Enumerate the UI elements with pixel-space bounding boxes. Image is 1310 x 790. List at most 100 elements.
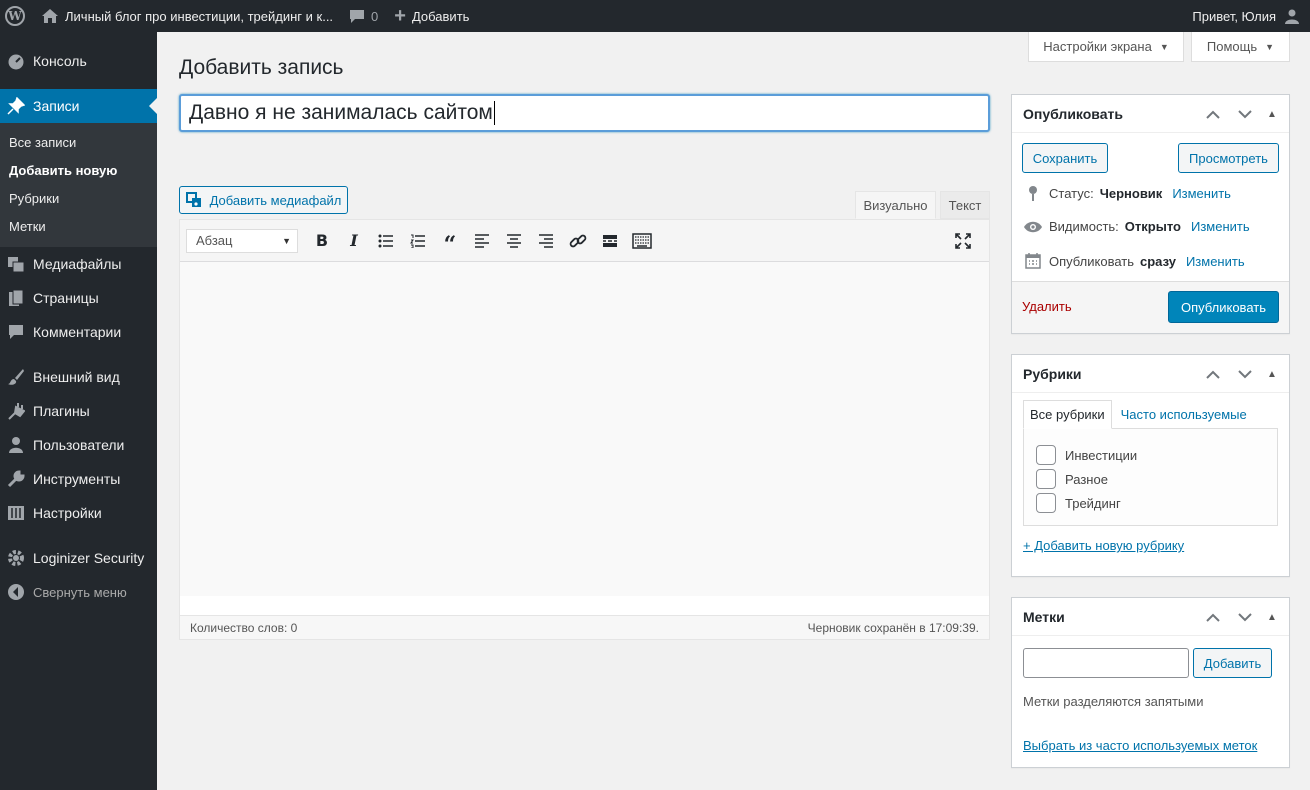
settings-sliders-icon bbox=[6, 503, 26, 523]
sidebar-item-loginizer[interactable]: Loginizer Security bbox=[0, 541, 157, 575]
sidebar-item-label: Записи bbox=[33, 98, 80, 114]
category-checkbox[interactable] bbox=[1036, 469, 1056, 489]
link-icon bbox=[569, 234, 587, 247]
collapse-toggle-icon[interactable]: ▲ bbox=[1261, 369, 1283, 380]
save-draft-label: Сохранить bbox=[1032, 150, 1098, 166]
bold-button[interactable]: B bbox=[306, 227, 338, 255]
italic-button[interactable]: I bbox=[338, 227, 370, 255]
new-tag-input[interactable] bbox=[1023, 648, 1189, 678]
category-checkbox[interactable] bbox=[1036, 493, 1056, 513]
toolbar-toggle-button[interactable] bbox=[626, 227, 658, 255]
help-label: Помощь bbox=[1206, 39, 1258, 54]
submenu-categories[interactable]: Рубрики bbox=[0, 185, 157, 213]
tab-all-categories[interactable]: Все рубрики bbox=[1023, 400, 1112, 429]
tab-popular-categories[interactable]: Часто используемые bbox=[1112, 400, 1253, 429]
visibility-row: Видимость: Открыто Изменить bbox=[1023, 219, 1250, 234]
sidebar-item-tools[interactable]: Инструменты bbox=[0, 462, 157, 496]
my-account-menu[interactable]: Привет, Юлия bbox=[1184, 0, 1310, 32]
collapse-toggle-icon[interactable]: ▲ bbox=[1261, 612, 1283, 623]
content-area[interactable] bbox=[180, 262, 989, 596]
wp-logo-menu[interactable]: W bbox=[0, 0, 33, 32]
read-more-icon bbox=[603, 234, 617, 247]
align-center-button[interactable] bbox=[498, 227, 530, 255]
submenu-add-new[interactable]: Добавить новую bbox=[0, 157, 157, 185]
sidebar-item-dashboard[interactable]: Консоль bbox=[0, 44, 157, 78]
list-item[interactable]: Разное bbox=[1036, 467, 1277, 491]
sidebar-item-plugins[interactable]: Плагины bbox=[0, 394, 157, 428]
tab-text[interactable]: Текст bbox=[940, 191, 990, 219]
save-draft-button[interactable]: Сохранить bbox=[1022, 143, 1108, 173]
sidebar-item-comments[interactable]: Комментарии bbox=[0, 315, 157, 349]
publish-actions: Удалить Опубликовать bbox=[1012, 281, 1289, 333]
publish-button[interactable]: Опубликовать bbox=[1168, 291, 1279, 323]
content-editor: Абзац ▼ B I “ Количество слов: 0 Чернови… bbox=[179, 219, 990, 640]
edit-publish-time-link[interactable]: Изменить bbox=[1186, 254, 1245, 269]
sidebar-item-label: Плагины bbox=[33, 403, 90, 419]
add-new-category-link[interactable]: + Добавить новую рубрику bbox=[1023, 538, 1184, 553]
sidebar-item-appearance[interactable]: Внешний вид bbox=[0, 360, 157, 394]
category-checkbox[interactable] bbox=[1036, 445, 1056, 465]
tags-hint: Метки разделяются запятыми bbox=[1023, 694, 1204, 709]
read-more-button[interactable] bbox=[594, 227, 626, 255]
format-select[interactable]: Абзац ▼ bbox=[186, 228, 298, 253]
edit-visibility-link[interactable]: Изменить bbox=[1191, 219, 1250, 234]
move-up-icon[interactable] bbox=[1197, 110, 1229, 119]
submenu-all-posts[interactable]: Все записи bbox=[0, 129, 157, 157]
status-label: Статус: bbox=[1049, 185, 1094, 201]
bullet-list-icon bbox=[378, 234, 393, 247]
comments-count: 0 bbox=[371, 8, 379, 24]
help-button[interactable]: Помощь ▼ bbox=[1191, 32, 1290, 62]
move-down-icon[interactable] bbox=[1229, 369, 1261, 379]
choose-popular-tags-link[interactable]: Выбрать из часто используемых меток bbox=[1023, 738, 1257, 753]
edit-status-link[interactable]: Изменить bbox=[1172, 186, 1231, 201]
sidebar-item-users[interactable]: Пользователи bbox=[0, 428, 157, 462]
post-title-input[interactable]: Давно я не занималась сайтом bbox=[179, 94, 990, 132]
screen-options-button[interactable]: Настройки экрана ▼ bbox=[1028, 32, 1184, 62]
sidebar-item-posts[interactable]: Записи bbox=[0, 89, 157, 123]
sidebar-item-label: Инструменты bbox=[33, 471, 121, 487]
blockquote-button[interactable]: “ bbox=[434, 227, 466, 256]
move-up-icon[interactable] bbox=[1197, 613, 1229, 622]
word-count: Количество слов: 0 bbox=[190, 620, 298, 635]
collapse-toggle-icon[interactable]: ▲ bbox=[1261, 109, 1283, 120]
sidebar-item-label: Медиафайлы bbox=[33, 256, 122, 272]
collapse-menu-button[interactable]: Свернуть меню bbox=[0, 575, 157, 609]
bold-icon: B bbox=[315, 231, 329, 250]
plus-icon: + bbox=[394, 4, 406, 27]
list-item[interactable]: Трейдинг bbox=[1036, 491, 1277, 515]
submenu-tags[interactable]: Метки bbox=[0, 213, 157, 241]
publish-button-label: Опубликовать bbox=[1180, 299, 1266, 315]
publish-box-header: Опубликовать ▲ bbox=[1012, 95, 1289, 133]
tags-box-header: Метки ▲ bbox=[1012, 598, 1289, 636]
list-item[interactable]: Инвестиции bbox=[1036, 443, 1277, 467]
insert-link-button[interactable] bbox=[562, 227, 594, 255]
preview-button[interactable]: Просмотреть bbox=[1178, 143, 1279, 173]
sidebar-item-media[interactable]: Медиафайлы bbox=[0, 247, 157, 281]
publish-time-value: сразу bbox=[1140, 253, 1176, 269]
paintbrush-icon bbox=[6, 367, 26, 387]
new-content-menu[interactable]: + Добавить bbox=[386, 0, 477, 32]
numbered-list-button[interactable] bbox=[402, 227, 434, 255]
status-value: Черновик bbox=[1099, 185, 1163, 201]
dashboard-gauge-icon bbox=[6, 51, 26, 71]
pages-icon bbox=[6, 288, 26, 308]
move-down-icon[interactable] bbox=[1229, 109, 1261, 119]
add-media-button[interactable]: Добавить медиафайл bbox=[179, 186, 348, 214]
move-to-trash-link[interactable]: Удалить bbox=[1022, 299, 1072, 314]
sidebar-item-pages[interactable]: Страницы bbox=[0, 281, 157, 315]
sidebar-item-settings[interactable]: Настройки bbox=[0, 496, 157, 530]
add-new-label: Добавить bbox=[411, 8, 470, 24]
add-tag-button[interactable]: Добавить bbox=[1193, 648, 1272, 678]
site-name-menu[interactable]: Личный блог про инвестиции, трейдинг и к… bbox=[33, 0, 341, 32]
add-tag-label: Добавить bbox=[1203, 655, 1262, 671]
align-right-button[interactable] bbox=[530, 227, 562, 255]
editor-statusbar: Количество слов: 0 Черновик сохранён в 1… bbox=[180, 615, 989, 639]
fullscreen-button[interactable] bbox=[947, 227, 979, 255]
comments-menu[interactable]: 0 bbox=[341, 0, 386, 32]
tab-visual[interactable]: Визуально bbox=[855, 191, 936, 219]
sidebar-item-label: Консоль bbox=[33, 53, 87, 69]
move-up-icon[interactable] bbox=[1197, 370, 1229, 379]
align-left-button[interactable] bbox=[466, 227, 498, 255]
bullet-list-button[interactable] bbox=[370, 227, 402, 255]
move-down-icon[interactable] bbox=[1229, 612, 1261, 622]
